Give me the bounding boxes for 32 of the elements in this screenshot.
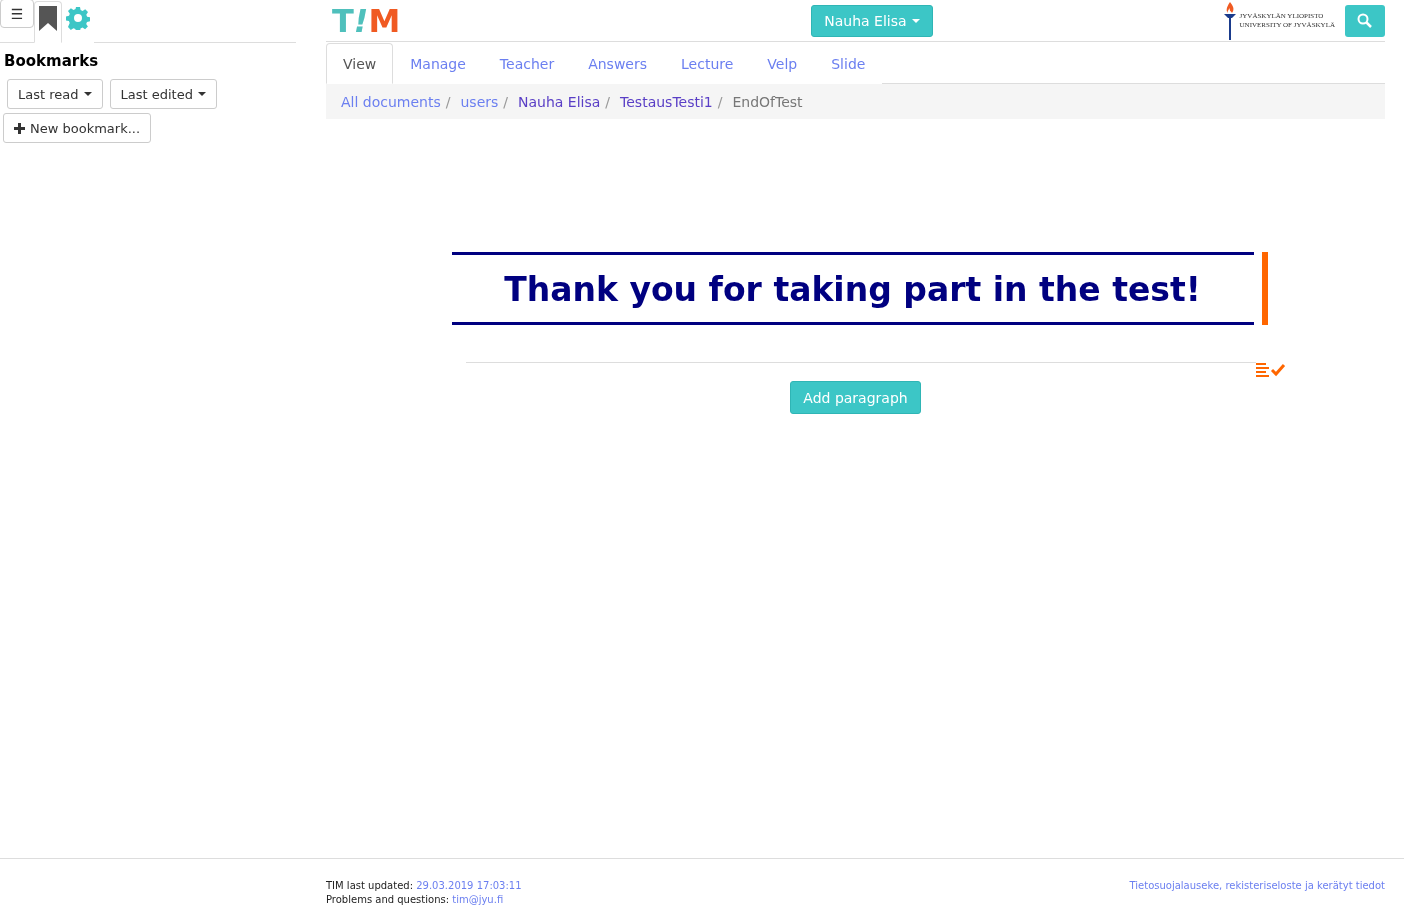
breadcrumb-link[interactable]: users xyxy=(460,93,499,110)
search-icon xyxy=(1357,13,1373,28)
breadcrumb-separator: / xyxy=(502,93,510,110)
bookmark-icon xyxy=(39,6,57,31)
breadcrumb-link[interactable]: TestausTesti1 xyxy=(620,93,713,110)
breadcrumb-link[interactable]: All documents xyxy=(341,93,441,110)
view-tab[interactable]: View xyxy=(326,43,394,84)
new-bookmark-button[interactable]: New bookmark... xyxy=(3,113,152,143)
breadcrumb-link[interactable]: Nauha Elisa xyxy=(518,93,601,110)
menu-button[interactable]: ☰ xyxy=(0,0,34,28)
privacy-link[interactable]: Tietosuojalauseke, rekisteriseloste ja kerätyt tiedot xyxy=(1129,880,1385,891)
settings-icon xyxy=(66,6,90,30)
breadcrumb-separator: / xyxy=(444,93,452,110)
email-link[interactable]: tim@jyu.fi xyxy=(452,894,504,905)
update-date-link[interactable]: 29.03.2019 17:03:11 xyxy=(416,880,522,891)
document-heading: Thank you for taking part in the test! xyxy=(451,252,1254,325)
footer-label: TIM last updated: xyxy=(326,880,414,891)
sort-dropdown[interactable]: Last edited xyxy=(109,79,217,109)
current-page-label: EndOfTest xyxy=(732,93,803,110)
sort-dropdown[interactable]: Last read xyxy=(7,79,103,109)
search-button[interactable] xyxy=(1345,4,1385,37)
footer-label: Problems and questions: xyxy=(326,894,450,905)
logo[interactable]: T!M xyxy=(326,4,401,37)
torch-icon xyxy=(1223,1,1236,40)
paragraph-edit-icon[interactable] xyxy=(1255,363,1286,377)
sidebar-title: Bookmarks xyxy=(3,51,100,70)
breadcrumb-separator: / xyxy=(716,93,724,110)
user-menu-button[interactable]: Nauha Elisa xyxy=(811,4,933,37)
breadcrumb-separator: / xyxy=(604,93,612,110)
bookmarks-tab[interactable] xyxy=(34,1,62,43)
plus-icon xyxy=(14,122,25,134)
add-paragraph-button[interactable]: Add paragraph xyxy=(790,381,921,414)
